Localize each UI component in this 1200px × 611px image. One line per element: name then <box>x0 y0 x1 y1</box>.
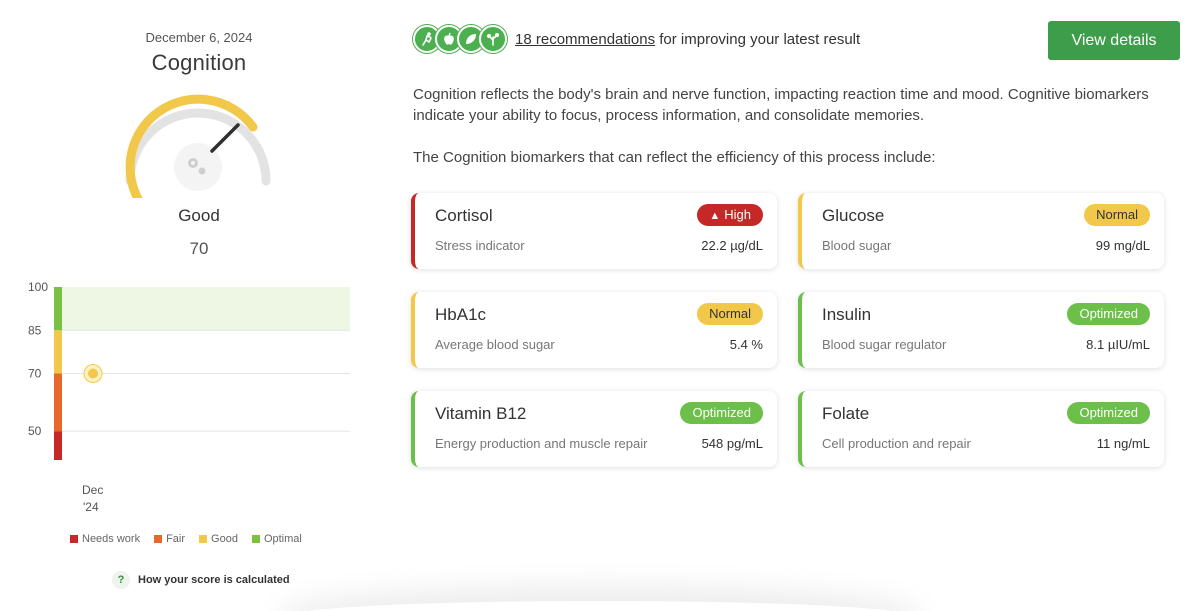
legend-item: Needs work <box>70 533 140 545</box>
band-needs-work <box>54 431 62 460</box>
biomarker-card-vitamin-b12[interactable]: Vitamin B12 Optimized Energy production … <box>411 391 777 467</box>
legend-item: Good <box>199 533 238 545</box>
biomarker-subtitle: Blood sugar <box>822 238 892 253</box>
biomarker-value: 8.1 µIU/mL <box>1086 337 1150 352</box>
legend-swatch <box>154 535 163 543</box>
biomarker-value: 548 pg/mL <box>701 436 763 451</box>
help-icon: ? <box>112 571 130 589</box>
recommendations-bar: 18 recommendations for improving your la… <box>413 21 1180 62</box>
biomarker-card-folate[interactable]: Folate Optimized Cell production and rep… <box>798 391 1164 467</box>
status-label: Optimized <box>1079 306 1138 321</box>
how-score-calculated-link[interactable]: ? How your score is calculated <box>112 571 290 589</box>
biomarker-name: Vitamin B12 <box>435 404 527 423</box>
band-fair <box>54 373 62 432</box>
band-optimal <box>54 287 62 331</box>
recommendations-text: 18 recommendations for improving your la… <box>515 31 860 48</box>
status-label: Optimized <box>1079 405 1138 420</box>
x-tick-label: Dec <box>82 483 103 497</box>
biomarker-subtitle: Cell production and repair <box>822 436 971 451</box>
status-badge: Optimized <box>1067 402 1150 424</box>
biomarker-subtitle: Energy production and muscle repair <box>435 436 648 451</box>
score-panel: December 6, 2024 Cognition Good 70 100 85… <box>0 0 400 611</box>
optimal-zone <box>58 287 350 331</box>
x-tick-label: '24 <box>83 500 99 514</box>
chart-legend: Needs work Fair Good Optimal <box>70 533 302 545</box>
status-badge: Optimized <box>1067 303 1150 325</box>
biomarker-name: Cortisol <box>435 206 493 225</box>
biomarker-card-cortisol[interactable]: Cortisol ▲ High Stress indicator 22.2 µg/… <box>411 193 777 269</box>
cognition-description: Cognition reflects the body's brain and … <box>413 86 1149 124</box>
band-good <box>54 330 62 374</box>
biomarker-card-hba1c[interactable]: HbA1c Normal Average blood sugar 5.4 % <box>411 292 777 368</box>
page-title: Cognition <box>151 50 247 75</box>
score-gauge <box>125 94 271 198</box>
score-history-chart: 100 85 70 50 Dec '24 <box>28 280 350 514</box>
recommendations-link[interactable]: 18 recommendations <box>515 31 655 48</box>
biomarkers-intro: The Cognition biomarkers that can reflec… <box>413 149 936 166</box>
legend-label: Fair <box>166 533 186 545</box>
warning-icon: ▲ <box>709 210 721 222</box>
legend-label: Optimal <box>263 533 302 545</box>
biomarker-value: 22.2 µg/dL <box>701 238 763 253</box>
y-tick-label: 70 <box>28 367 42 381</box>
status-label: Optimized <box>692 405 751 420</box>
herb-icon <box>479 25 507 53</box>
legend-item: Fair <box>154 533 185 545</box>
legend-swatch <box>199 535 208 543</box>
recommendations-suffix: for improving your latest result <box>655 31 861 48</box>
biomarker-name: Insulin <box>822 305 872 324</box>
status-badge: Optimized <box>680 402 763 424</box>
y-tick-label: 100 <box>28 280 48 294</box>
legend-label: Good <box>211 533 238 545</box>
y-tick-label: 50 <box>28 424 42 438</box>
biomarker-subtitle: Average blood sugar <box>435 337 555 352</box>
biomarker-name: HbA1c <box>435 305 487 324</box>
y-tick-label: 85 <box>28 323 42 337</box>
biomarker-value: 11 ng/mL <box>1096 436 1150 451</box>
legend-item: Optimal <box>251 533 302 545</box>
data-point <box>88 368 98 379</box>
score-status: Good <box>178 206 220 225</box>
recommendation-icons <box>413 25 507 53</box>
status-badge: Normal <box>1084 204 1150 226</box>
view-details-button[interactable]: View details <box>1048 21 1180 60</box>
score-value: 70 <box>189 239 209 258</box>
biomarker-card-insulin[interactable]: Insulin Optimized Blood sugar regulator … <box>798 292 1164 368</box>
status-badge: ▲ High <box>697 204 763 226</box>
biomarker-card-glucose[interactable]: Glucose Normal Blood sugar 99 mg/dL <box>798 193 1164 269</box>
biomarker-value: 5.4 % <box>729 337 763 352</box>
result-date: December 6, 2024 <box>145 30 253 45</box>
legend-swatch <box>70 535 78 543</box>
biomarker-subtitle: Blood sugar regulator <box>822 337 947 352</box>
biomarker-name: Folate <box>822 404 870 423</box>
legend-swatch <box>251 535 260 543</box>
legend-label: Needs work <box>82 533 141 545</box>
biomarker-subtitle: Stress indicator <box>435 238 525 253</box>
status-badge: Normal <box>697 303 763 325</box>
biomarker-name: Glucose <box>822 206 885 225</box>
gauge-needle <box>210 123 240 153</box>
how-score-label: How your score is calculated <box>138 574 290 586</box>
status-label: High <box>724 207 751 222</box>
status-label: Normal <box>1096 207 1138 222</box>
status-label: Normal <box>709 306 751 321</box>
biomarker-value: 99 mg/dL <box>1095 238 1150 253</box>
